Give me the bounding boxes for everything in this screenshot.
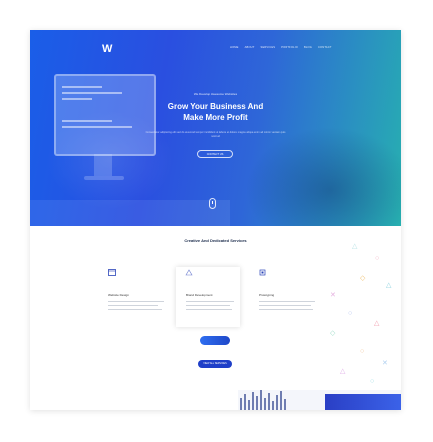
scroll-down-icon[interactable] — [209, 198, 216, 209]
service-card-name: Website Design — [108, 293, 129, 297]
hero-desk — [30, 200, 230, 226]
main-nav: Home About Services Portfolio Blog Conta… — [230, 46, 332, 49]
hero-section: W Home About Services Portfolio Blog Con… — [30, 30, 401, 226]
hero-title-line1: Grow Your Business And — [167, 102, 264, 111]
service-card-website-design[interactable]: Website Design — [104, 267, 168, 327]
contact-button[interactable]: Contact Us — [197, 150, 233, 158]
nav-item-about[interactable]: About — [245, 46, 255, 49]
service-card-brand-development[interactable]: Brand Development — [176, 267, 240, 327]
nav-item-blog[interactable]: Blog — [304, 46, 312, 49]
hero-title-line2: Make More Profit — [183, 113, 248, 122]
website-preview: W Home About Services Portfolio Blog Con… — [30, 30, 401, 410]
layers-icon — [259, 269, 266, 276]
hero-description: Consectetur adipiscing elit sed do eiusm… — [145, 131, 286, 138]
service-card-name: Brand Development — [186, 293, 213, 297]
portfolio-highlight-block — [325, 394, 401, 410]
portfolio-preview-image — [238, 390, 401, 410]
services-title: Creative And Dedicated Services — [184, 238, 247, 243]
nav-item-services[interactable]: Services — [261, 46, 276, 49]
site-logo[interactable]: W — [102, 43, 116, 55]
view-all-services-button[interactable]: View All Services — [198, 360, 232, 368]
pen-tool-icon — [185, 269, 193, 276]
hero-eyebrow: We Develop Awesome Websites — [193, 92, 238, 96]
hero-title: Grow Your Business And Make More Profit — [30, 101, 401, 123]
nav-item-contact[interactable]: Contact — [318, 46, 332, 49]
services-toggle-pill[interactable] — [200, 336, 230, 345]
nav-item-home[interactable]: Home — [230, 46, 239, 49]
monitor-base — [84, 176, 124, 180]
browser-icon — [108, 269, 116, 276]
monitor-stand — [94, 154, 112, 176]
service-card-name: Prototyping — [259, 293, 275, 297]
service-card-prototyping[interactable]: Prototyping — [255, 267, 319, 327]
nav-item-portfolio[interactable]: Portfolio — [281, 46, 298, 49]
